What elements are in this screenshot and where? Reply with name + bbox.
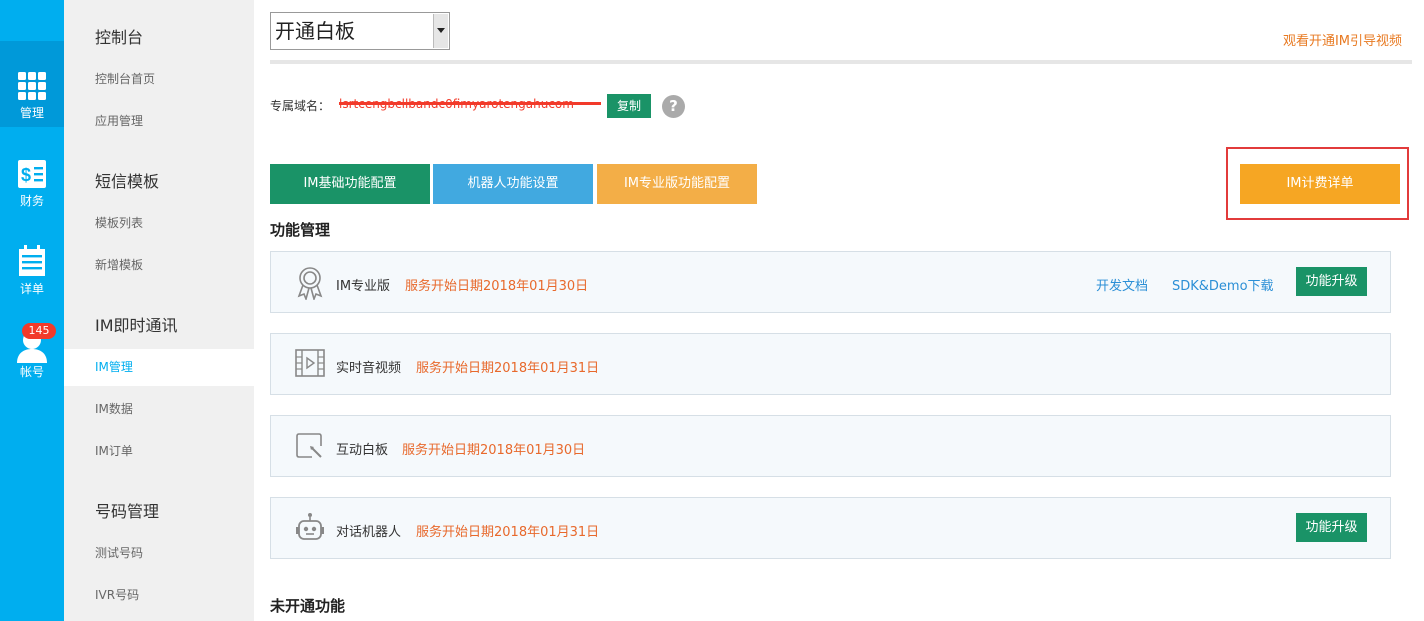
upgrade-button[interactable]: 功能升级 — [1296, 513, 1367, 542]
feature-start-date: 服务开始日期2018年01月31日 — [416, 361, 600, 376]
menu-item-add-template[interactable]: 新增模板 — [64, 247, 254, 284]
feature-start-date: 服务开始日期2018年01月30日 — [402, 443, 586, 458]
rail-item-manage[interactable]: 管理 — [0, 41, 64, 127]
menu-item-im-orders[interactable]: IM订单 — [64, 433, 254, 470]
menu-section-title: 控制台 — [95, 28, 144, 47]
feature-name: 互动白板 — [336, 443, 389, 458]
im-billing-details-button[interactable]: IM计费详单 — [1240, 164, 1400, 204]
sdk-demo-download-link[interactable]: SDK&Demo下载 — [1172, 275, 1274, 294]
finance-icon: $ — [0, 159, 64, 189]
rail-label: 管理 — [19, 106, 44, 120]
section-title-feature-management: 功能管理 — [270, 221, 331, 239]
menu-item-app-management[interactable]: 应用管理 — [64, 103, 254, 140]
grid-icon — [0, 71, 64, 101]
icon-rail: 管理 $ 财务 详单 帐号 145 — [0, 0, 64, 621]
rail-label: 详单 — [19, 282, 44, 296]
award-icon — [295, 266, 325, 302]
calendar-icon — [0, 245, 64, 277]
menu-section-title: 短信模板 — [95, 172, 160, 191]
menu-item-im-data[interactable]: IM数据 — [64, 391, 254, 428]
rail-label: 帐号 — [19, 365, 44, 379]
guide-video-link[interactable]: 观看开通IM引导视频 — [1283, 30, 1402, 49]
menu-item-template-list[interactable]: 模板列表 — [64, 205, 254, 242]
tab-robot-settings[interactable]: 机器人功能设置 — [433, 164, 593, 204]
developer-docs-link[interactable]: 开发文档 — [1096, 275, 1148, 294]
menu-section-title: IM即时通讯 — [95, 316, 178, 335]
divider — [270, 60, 1412, 64]
svg-text:$: $ — [21, 165, 31, 185]
feature-start-date: 服务开始日期2018年01月31日 — [416, 525, 600, 540]
feature-card-realtime-av: 实时音视频 服务开始日期2018年01月31日 — [270, 333, 1391, 395]
domain-label: 专属域名： — [270, 99, 331, 113]
tab-im-basic-config[interactable]: IM基础功能配置 — [270, 164, 430, 204]
copy-button[interactable]: 复制 — [607, 94, 651, 118]
feature-start-date: 服务开始日期2018年01月30日 — [405, 279, 589, 294]
redaction-line — [339, 102, 601, 105]
domain-value: lsrtcengbcllbandc0fimyarotengahucom — [339, 97, 601, 111]
robot-icon — [295, 512, 325, 544]
feature-name: IM专业版 — [336, 279, 391, 294]
notification-badge: 145 — [22, 323, 56, 339]
feature-name: 对话机器人 — [336, 525, 402, 540]
rail-item-details[interactable]: 详单 — [0, 213, 64, 299]
feature-card-im-pro: IM专业版 服务开始日期2018年01月30日 开发文档 SDK&Demo下载 … — [270, 251, 1391, 313]
rail-item-account[interactable]: 帐号 — [0, 299, 64, 385]
feature-name: 实时音视频 — [336, 361, 402, 376]
menu-item-console-home[interactable]: 控制台首页 — [64, 61, 254, 98]
menu-item-ivr-numbers[interactable]: IVR号码 — [64, 577, 254, 614]
main-content: 开通白板 观看开通IM引导视频 专属域名： lsrtcengbcllbandc0… — [254, 0, 1424, 621]
feature-card-whiteboard: 互动白板 服务开始日期2018年01月30日 — [270, 415, 1391, 477]
tab-im-pro-config[interactable]: IM专业版功能配置 — [597, 164, 757, 204]
feature-select-value: 开通白板 — [275, 19, 355, 43]
menu-section-title: 号码管理 — [95, 502, 160, 521]
feature-card-chatbot: 对话机器人 服务开始日期2018年01月31日 功能升级 — [270, 497, 1391, 559]
video-icon — [295, 348, 325, 380]
side-menu: 控制台 控制台首页 应用管理 短信模板 模板列表 新增模板 IM即时通讯 IM管… — [64, 0, 254, 621]
rail-item-finance[interactable]: $ 财务 — [0, 127, 64, 213]
menu-item-test-numbers[interactable]: 测试号码 — [64, 535, 254, 572]
chevron-down-icon[interactable] — [433, 14, 448, 48]
menu-item-im-management[interactable]: IM管理 — [64, 349, 254, 386]
upgrade-button[interactable]: 功能升级 — [1296, 267, 1367, 296]
whiteboard-icon — [295, 430, 325, 462]
rail-label: 财务 — [19, 194, 44, 208]
feature-select[interactable]: 开通白板 — [270, 12, 450, 50]
help-icon[interactable]: ? — [662, 95, 685, 118]
section-title-not-activated: 未开通功能 — [270, 597, 346, 615]
